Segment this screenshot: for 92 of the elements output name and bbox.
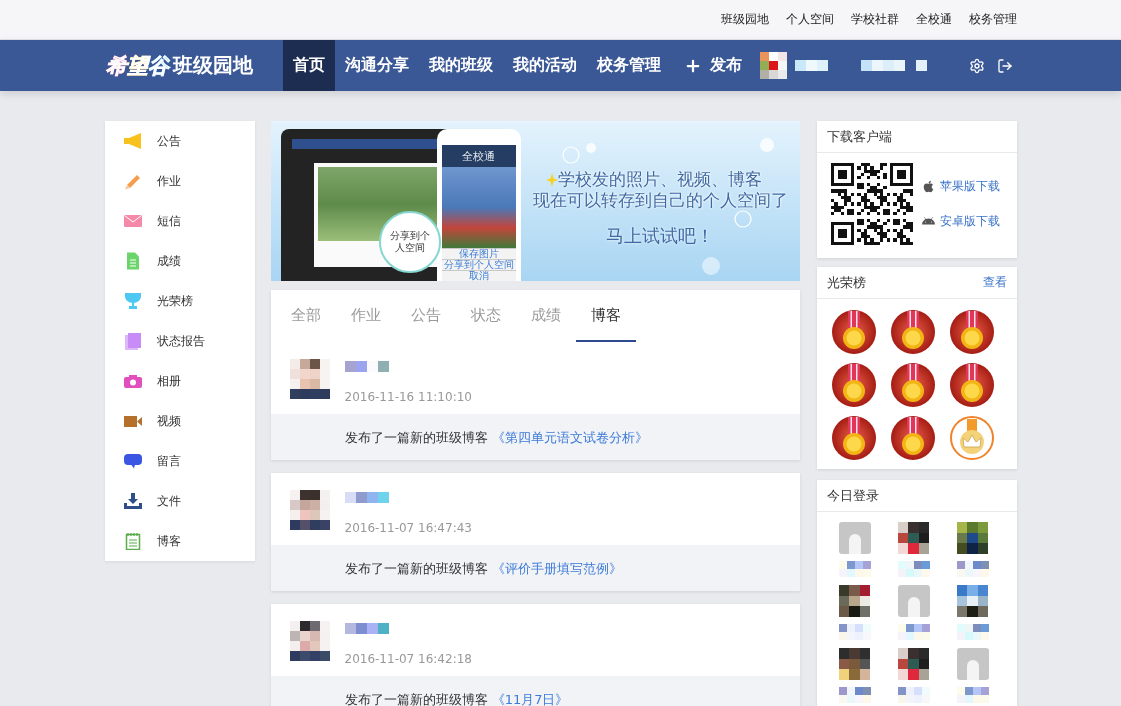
pixelated-name xyxy=(838,623,871,640)
blog-link[interactable]: 《11月7日》 xyxy=(491,692,569,706)
apple-icon xyxy=(921,180,935,193)
site-title: 班级园地 xyxy=(172,52,253,79)
top-link[interactable]: 校务管理 xyxy=(968,11,1017,28)
megaphone-icon xyxy=(122,132,143,150)
pixelated-avatar xyxy=(956,585,989,617)
top-link[interactable]: 个人空间 xyxy=(785,11,834,28)
post-text: 发布了一篇新的班级博客 《评价手册填写范例》 xyxy=(344,561,622,576)
post-text: 发布了一篇新的班级博客 《第四单元语文试卷分析》 xyxy=(344,430,648,445)
pixelated-avatar xyxy=(838,585,871,617)
banner-headline: 现在可以转存到自己的个人空间了 xyxy=(532,190,788,211)
pixelated-name xyxy=(897,624,930,640)
card-title: 今日登录 xyxy=(826,486,879,505)
sidebar-item[interactable]: 光荣榜 xyxy=(104,281,255,321)
pixelated-name xyxy=(838,561,871,577)
post-time: 2016-11-16 11:10:10 xyxy=(344,390,472,405)
nav-tab[interactable]: 我的班级 xyxy=(418,40,503,91)
feed-tab[interactable]: 博客 xyxy=(575,290,636,342)
trophy-icon xyxy=(122,292,143,310)
pixelated-avatar xyxy=(759,52,787,79)
blog-link[interactable]: 《第四单元语文试卷分析》 xyxy=(491,430,648,445)
bubble-icon xyxy=(561,146,580,164)
card-title: 下载客户端 xyxy=(826,127,892,146)
download-icon xyxy=(122,492,143,510)
nav-tab[interactable]: 校务管理 xyxy=(586,40,671,91)
sidebar-item[interactable]: 博客 xyxy=(104,521,255,561)
crown-medal-icon xyxy=(949,416,994,460)
medal-icon xyxy=(890,416,935,460)
post-time: 2016-11-07 16:42:18 xyxy=(344,652,472,667)
card-title: 光荣榜 xyxy=(826,273,866,292)
download-link[interactable]: 苹果版下载 xyxy=(921,178,1000,195)
pixelated-name xyxy=(344,623,389,634)
nav-tab[interactable]: 沟通分享 xyxy=(334,40,419,91)
top-link[interactable]: 班级园地 xyxy=(720,11,769,28)
download-link[interactable]: 安卓版下载 xyxy=(921,213,1000,230)
camera-icon xyxy=(122,372,143,390)
logout-icon[interactable] xyxy=(996,57,1013,74)
bubble-icon xyxy=(733,210,752,228)
top-link[interactable]: 学校社群 xyxy=(850,11,899,28)
pixelated-name xyxy=(956,623,989,640)
publish-button[interactable]: 发布 xyxy=(673,40,752,91)
medal-icon xyxy=(890,363,935,407)
nav-tab[interactable]: 首页 xyxy=(282,40,335,91)
pencil-icon xyxy=(122,172,143,190)
blog-link[interactable]: 《评价手册填写范例》 xyxy=(491,561,622,576)
sidebar-item[interactable]: 公告 xyxy=(104,121,255,161)
nav-tab[interactable]: 我的活动 xyxy=(502,40,587,91)
pixelated-name xyxy=(897,686,930,703)
banner-headline: 学校发的照片、视频、博客 xyxy=(558,169,762,190)
post-text: 发布了一篇新的班级博客 《11月7日》 xyxy=(344,692,569,706)
book-icon xyxy=(122,332,143,350)
pixelated-avatar xyxy=(897,648,930,680)
bubble-icon xyxy=(585,143,596,153)
pixelated-name xyxy=(838,686,871,703)
default-avatar-icon xyxy=(956,648,989,680)
pixelated-avatar xyxy=(838,648,871,680)
sidebar-item[interactable]: 作业 xyxy=(104,161,255,201)
pixelated-avatar xyxy=(956,522,989,554)
banner-call-to-action: 马上试试吧！ xyxy=(606,225,714,247)
default-avatar-icon xyxy=(897,585,930,617)
top-link[interactable]: 全校通 xyxy=(915,11,952,28)
medal-icon xyxy=(949,363,994,407)
bubble-icon xyxy=(759,138,774,152)
sidebar-item[interactable]: 短信 xyxy=(104,201,255,241)
post-time: 2016-11-07 16:47:43 xyxy=(344,521,472,536)
pixelated-name xyxy=(897,560,930,577)
pixelated-name xyxy=(956,560,989,577)
default-avatar-icon xyxy=(838,522,871,554)
medal-icon xyxy=(890,310,935,354)
sidebar-item[interactable]: 文件 xyxy=(104,481,255,521)
sidebar-item[interactable]: 成绩 xyxy=(104,241,255,281)
sidebar-item[interactable]: 相册 xyxy=(104,361,255,401)
pixelated-avatar xyxy=(897,522,930,554)
pixelated-name xyxy=(344,492,389,503)
phone-title: 全校通 xyxy=(462,148,495,164)
envelope-icon xyxy=(122,212,143,230)
view-all-link[interactable]: 查看 xyxy=(982,274,1007,291)
sparkle-icon xyxy=(545,173,558,187)
chat-bubble-icon xyxy=(122,452,143,470)
sidebar-item[interactable]: 视频 xyxy=(104,401,255,441)
sidebar-item[interactable]: 留言 xyxy=(104,441,255,481)
pixelated-name xyxy=(956,687,989,703)
pixelated-name xyxy=(344,361,389,372)
medal-icon xyxy=(831,310,876,354)
phone-menu-option: 取消 xyxy=(441,270,516,281)
sidebar-item[interactable]: 状态报告 xyxy=(104,321,255,361)
medal-icon xyxy=(831,363,876,407)
medal-icon xyxy=(831,416,876,460)
medal-icon xyxy=(949,310,994,354)
bubble-icon xyxy=(701,257,720,275)
settings-icon[interactable] xyxy=(968,57,985,74)
